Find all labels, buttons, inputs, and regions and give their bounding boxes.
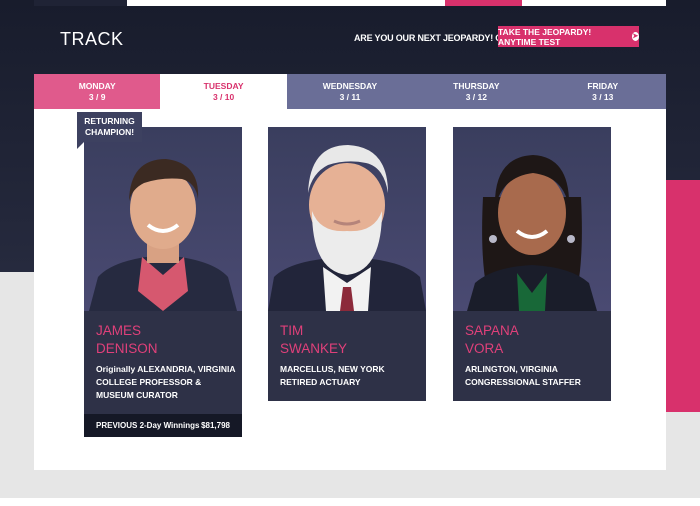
tab-day: WEDNESDAY	[322, 80, 378, 91]
tab-date: 3 / 10	[212, 91, 235, 102]
top-nav-segment	[34, 0, 127, 6]
tab-tuesday[interactable]: TUESDAY 3 / 10	[160, 74, 287, 109]
tab-date: 3 / 11	[339, 91, 361, 102]
contestant-photo	[453, 127, 611, 311]
occupation-line: COLLEGE PROFESSOR &	[96, 377, 202, 387]
contestant-card[interactable]: TIM SWANKEY MARCELLUS, NEW YORK RETIRED …	[268, 127, 426, 401]
contestant-name: SAPANA VORA	[465, 322, 519, 358]
occupation-line: CONGRESSIONAL STAFFER	[465, 377, 581, 387]
occupation-line: MUSEUM CURATOR	[96, 390, 178, 400]
tab-date: 3 / 9	[88, 91, 106, 102]
tab-friday[interactable]: FRIDAY 3 / 13	[539, 74, 666, 109]
page-title: TRACK	[60, 29, 124, 49]
first-name: SAPANA	[465, 323, 519, 338]
badge-line: RETURNING	[84, 116, 135, 126]
decorative-pink-strip	[666, 180, 700, 412]
top-nav-segment	[127, 0, 445, 6]
last-name: VORA	[465, 341, 504, 356]
tab-day: TUESDAY	[203, 80, 244, 91]
tab-wednesday[interactable]: WEDNESDAY 3 / 11	[286, 74, 414, 109]
contestant-info: ARLINGTON, VIRGINIA CONGRESSIONAL STAFFE…	[465, 363, 605, 389]
contestant-info: MARCELLUS, NEW YORK RETIRED ACTUARY	[280, 363, 420, 389]
badge-line: CHAMPION!	[84, 126, 135, 137]
tab-monday[interactable]: MONDAY 3 / 9	[34, 74, 161, 109]
anytime-test-label: TAKE THE JEOPARDY! ANYTIME TEST	[498, 26, 592, 47]
hometown: MARCELLUS, NEW YORK	[280, 364, 385, 374]
winnings-label: PREVIOUS 2-Day Winnings	[96, 421, 200, 430]
anytime-test-button[interactable]: TAKE THE JEOPARDY! ANYTIME TEST ➤	[498, 26, 639, 47]
contestant-photo	[84, 127, 242, 311]
first-name: JAMES	[96, 323, 142, 338]
contestant-name: TIM SWANKEY	[280, 322, 347, 358]
contestant-photo	[268, 127, 426, 311]
tab-date: 3 / 12	[465, 91, 487, 102]
contestant-info: Originally ALEXANDRIA, VIRGINIA COLLEGE …	[96, 363, 236, 402]
contestant-card[interactable]: SAPANA VORA ARLINGTON, VIRGINIA CONGRESS…	[453, 127, 611, 401]
tab-day: MONDAY	[78, 80, 116, 91]
tab-day: FRIDAY	[587, 80, 619, 91]
arrow-right-circle-icon: ➤	[631, 32, 639, 41]
hometown: ARLINGTON, VIRGINIA	[465, 364, 558, 374]
tab-thursday[interactable]: THURSDAY 3 / 12	[413, 74, 540, 109]
contestant-card[interactable]: JAMES DENISON Originally ALEXANDRIA, VIR…	[84, 127, 242, 437]
hometown: Originally ALEXANDRIA, VIRGINIA	[96, 364, 236, 374]
top-nav-segment-active	[445, 0, 522, 6]
last-name: DENISON	[96, 341, 158, 356]
last-name: SWANKEY	[280, 341, 348, 356]
day-tabs: MONDAY 3 / 9 TUESDAY 3 / 10 WEDNESDAY 3 …	[34, 74, 666, 109]
first-name: TIM	[280, 323, 304, 338]
tab-date: 3 / 13	[592, 91, 614, 102]
top-nav-segment	[522, 0, 666, 6]
badge-tip	[77, 142, 84, 149]
returning-champion-badge: RETURNING CHAMPION!	[77, 112, 142, 142]
tab-day: THURSDAY	[453, 80, 500, 91]
contestant-name: JAMES DENISON	[96, 322, 158, 358]
winnings-bar: PREVIOUS 2-Day Winnings $81,798	[84, 414, 242, 437]
winnings-value: $81,798	[201, 421, 230, 430]
occupation-line: RETIRED ACTUARY	[280, 377, 361, 387]
